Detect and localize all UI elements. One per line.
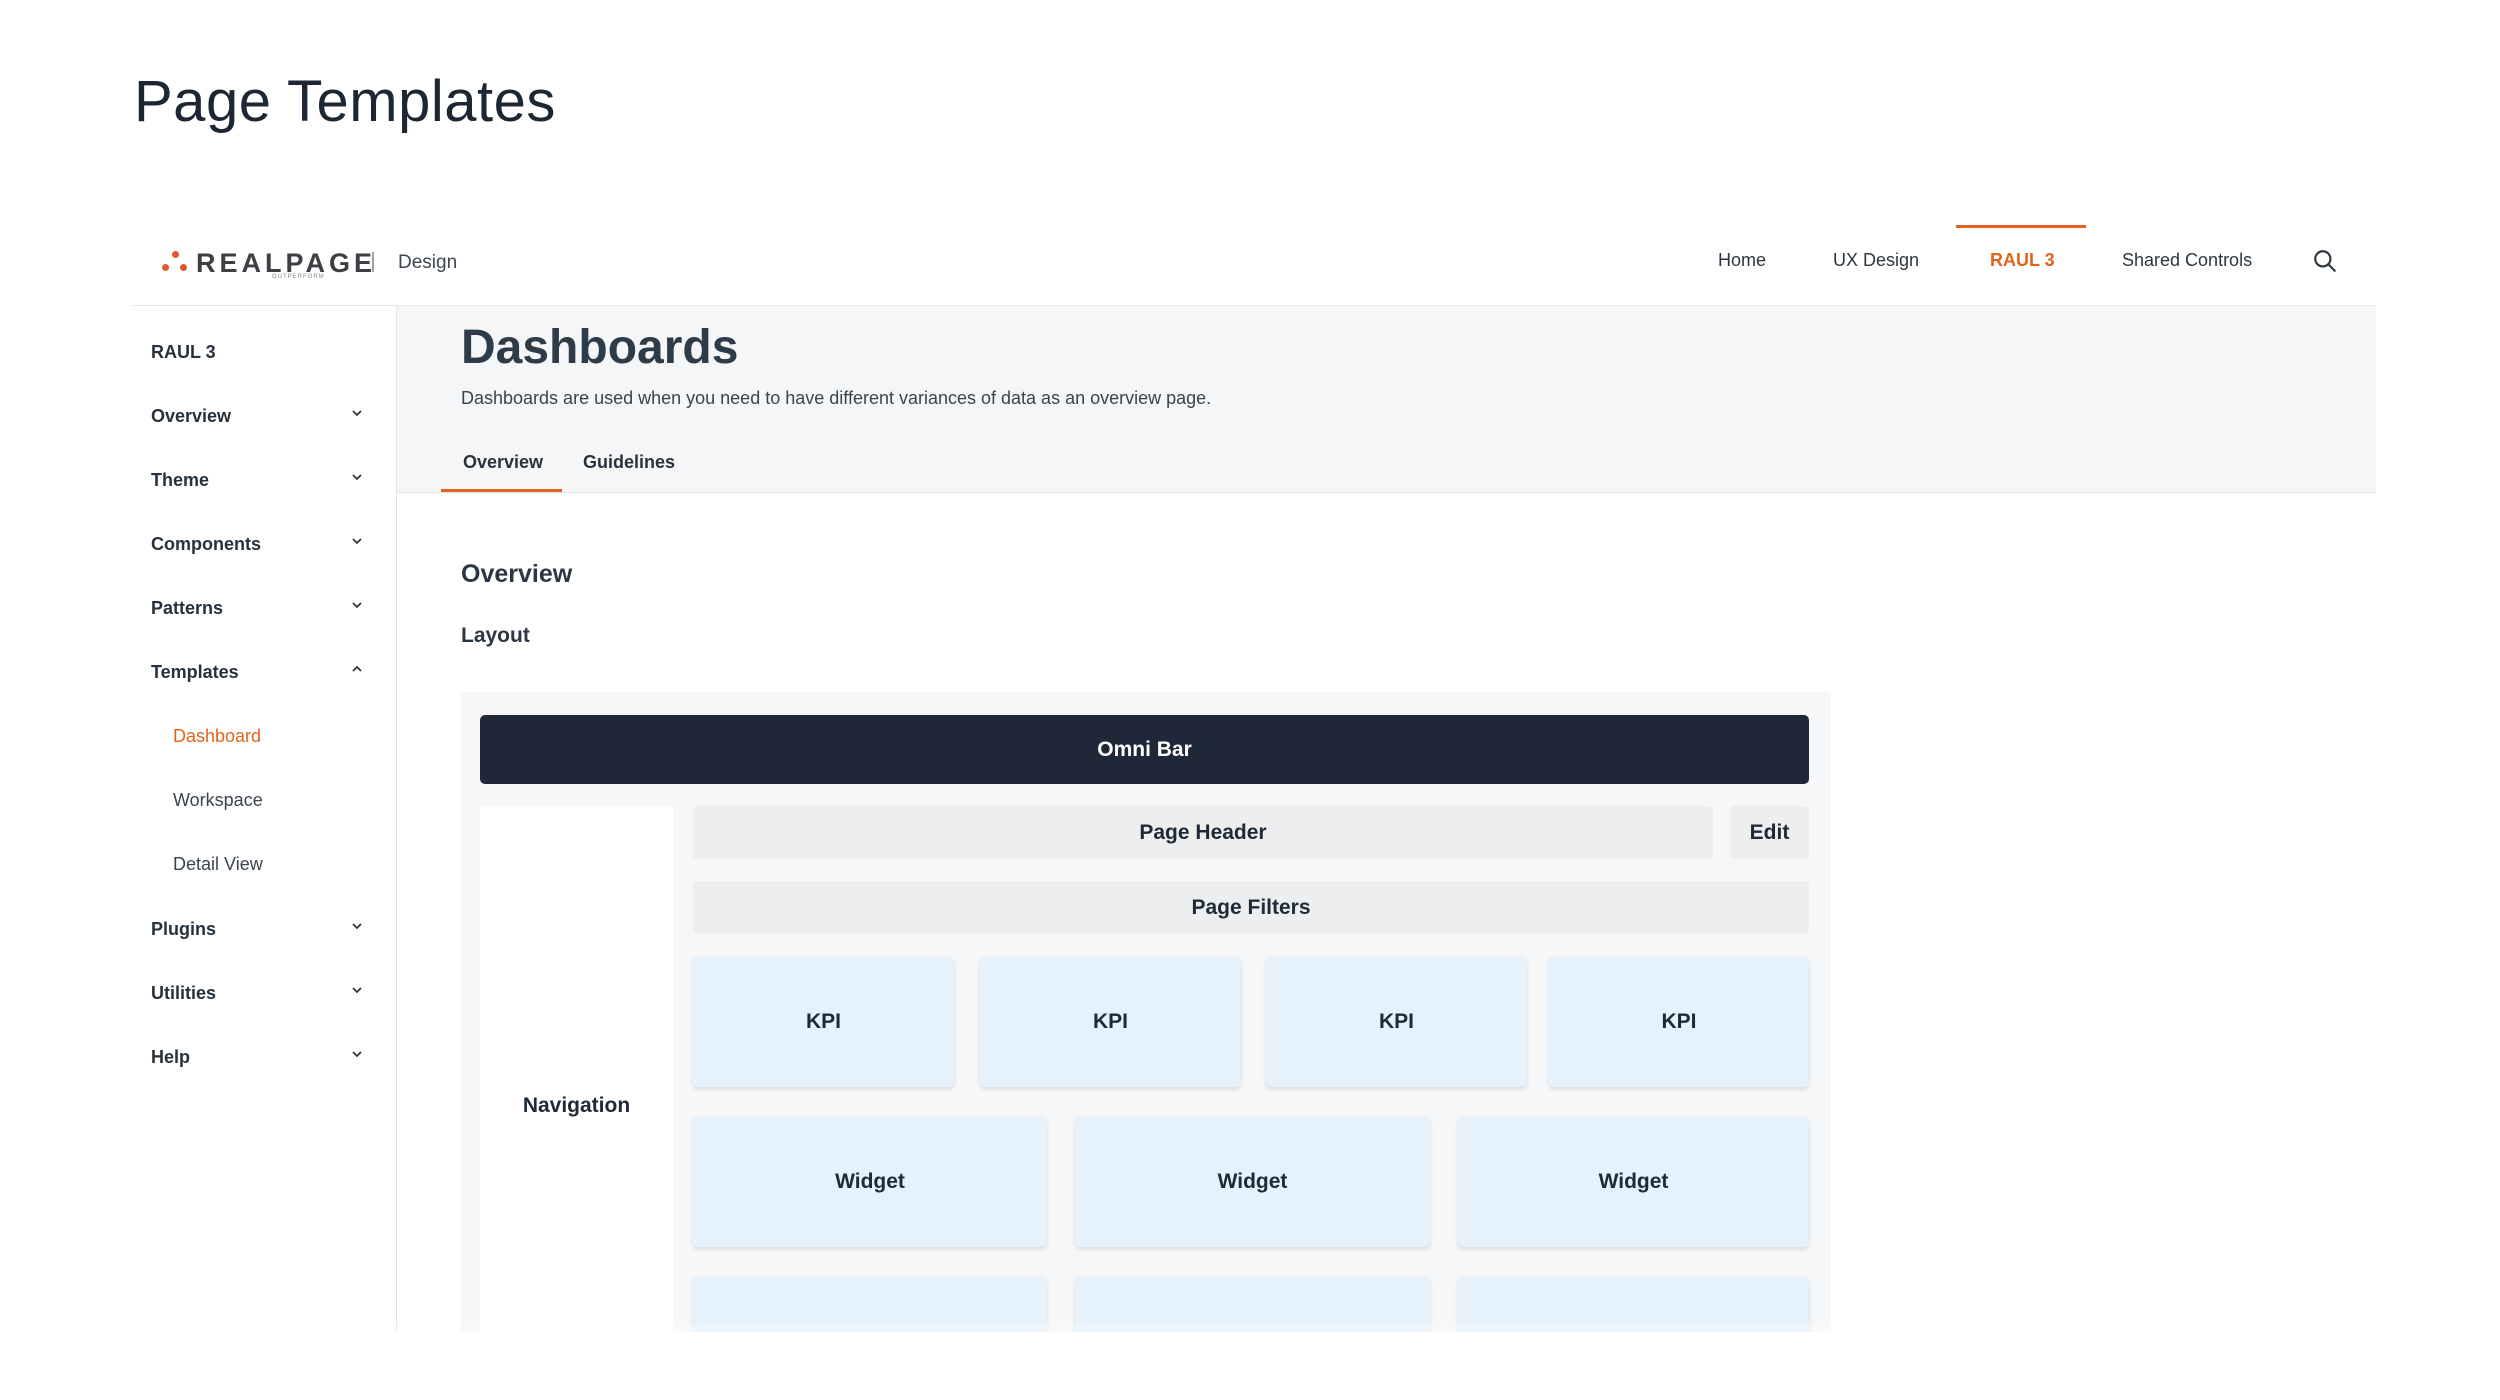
subsection-title: Layout [461, 624, 530, 647]
nav-shared-controls[interactable]: Shared Controls [2122, 250, 2252, 271]
page-filters-block: Page Filters [693, 881, 1809, 934]
sidebar-item-templates[interactable]: Templates [151, 662, 239, 683]
page-header-band: Dashboards Dashboards are used when you … [397, 306, 2376, 493]
sidebar-subitem-workspace[interactable]: Workspace [173, 790, 263, 811]
sidebar-heading[interactable]: RAUL 3 [151, 342, 216, 363]
widget-block: Widget [1458, 1117, 1809, 1247]
section-title: Overview [461, 560, 573, 588]
sidebar-item-help[interactable]: Help [151, 1047, 190, 1068]
page-header-block: Page Header [693, 806, 1713, 859]
kpi-block: KPI [980, 957, 1241, 1087]
bottom-fade [132, 1320, 2376, 1350]
sidebar-item-utilities[interactable]: Utilities [151, 983, 216, 1004]
sidebar-subitem-dashboard[interactable]: Dashboard [173, 726, 261, 747]
search-icon[interactable] [2312, 248, 2338, 274]
sidebar: RAUL 3 Overview Theme Components Pattern… [132, 306, 397, 1332]
logo-tagline: OUTPERFORM [272, 274, 325, 280]
nav-ux-design[interactable]: UX Design [1833, 250, 1919, 271]
chevron-down-icon[interactable] [350, 983, 364, 997]
chevron-down-icon[interactable] [350, 598, 364, 612]
top-navigation-bar: REALPAGE OUTPERFORM Design Home UX Desig… [132, 222, 2376, 306]
sidebar-item-overview[interactable]: Overview [151, 406, 231, 427]
tab-overview[interactable]: Overview [463, 452, 543, 473]
kpi-block: KPI [1266, 957, 1527, 1087]
sidebar-item-plugins[interactable]: Plugins [151, 919, 216, 940]
tab-guidelines[interactable]: Guidelines [583, 452, 675, 473]
nav-raul-3[interactable]: RAUL 3 [1990, 250, 2055, 271]
sidebar-item-patterns[interactable]: Patterns [151, 598, 223, 619]
widget-block: Widget [1075, 1117, 1430, 1247]
layout-diagram: Omni Bar Navigation Page Header Edit Pag… [461, 692, 1831, 1332]
edit-block: Edit [1730, 806, 1809, 859]
active-tab-indicator [441, 489, 562, 492]
dashboards-description: Dashboards are used when you need to hav… [461, 388, 1212, 408]
nav-active-indicator [1956, 225, 2086, 228]
kpi-block: KPI [693, 957, 954, 1087]
dashboards-title: Dashboards [461, 321, 739, 374]
omni-bar-block: Omni Bar [480, 715, 1809, 784]
chevron-up-icon[interactable] [350, 662, 364, 676]
logo-divider [372, 252, 374, 272]
sidebar-item-theme[interactable]: Theme [151, 470, 209, 491]
site-preview: REALPAGE OUTPERFORM Design Home UX Desig… [132, 222, 2376, 1332]
page-title: Page Templates [134, 69, 556, 134]
chevron-down-icon[interactable] [350, 1047, 364, 1061]
chevron-down-icon[interactable] [350, 406, 364, 420]
product-name: Design [398, 252, 458, 273]
realpage-logo[interactable]: REALPAGE [162, 248, 376, 279]
navigation-block: Navigation [480, 806, 673, 1332]
main-content: Dashboards Dashboards are used when you … [397, 306, 2376, 1332]
chevron-down-icon[interactable] [350, 470, 364, 484]
chevron-down-icon[interactable] [350, 534, 364, 548]
chevron-down-icon[interactable] [350, 919, 364, 933]
logo-dots-icon [162, 250, 192, 277]
nav-home[interactable]: Home [1718, 250, 1766, 271]
kpi-block: KPI [1549, 957, 1809, 1087]
widget-block: Widget [693, 1117, 1047, 1247]
sidebar-subitem-detail-view[interactable]: Detail View [173, 854, 263, 875]
sidebar-item-components[interactable]: Components [151, 534, 261, 555]
